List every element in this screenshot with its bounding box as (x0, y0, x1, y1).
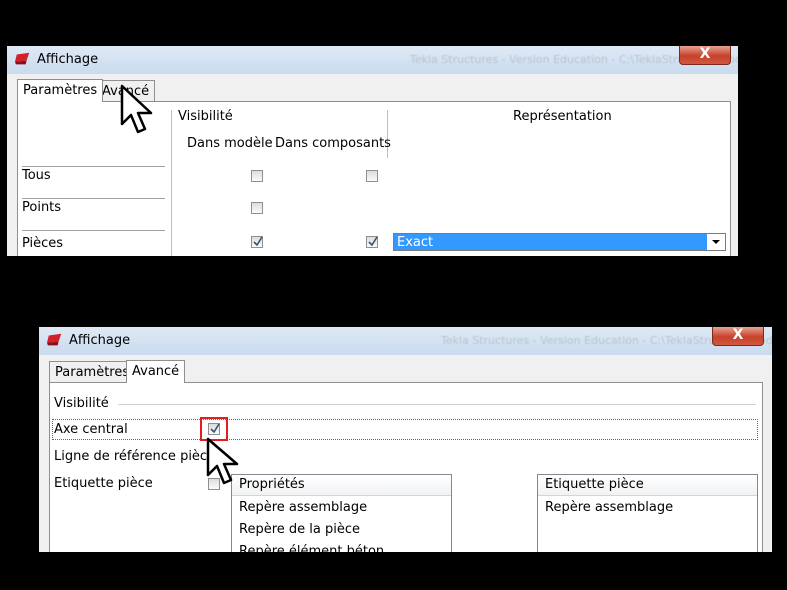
list-item[interactable]: Repère élément béton (239, 544, 384, 552)
label-list[interactable]: Etiquette pièce Repère assemblage (537, 474, 758, 552)
dropdown-arrow-icon[interactable] (707, 234, 725, 250)
visibility-section-label: Visibilité (54, 396, 109, 411)
tous-components-checkbox[interactable] (366, 170, 378, 182)
window-title: Affichage (69, 333, 131, 348)
tab-avance[interactable]: Avancé (126, 360, 186, 383)
mouse-pointer-icon (206, 437, 239, 485)
option-label-axe-central: Axe central (54, 422, 128, 437)
display-window-parameters: Affichage Tekla Structures - Version Edu… (7, 46, 738, 256)
list-item[interactable]: Repère assemblage (545, 500, 673, 515)
close-icon: X (732, 327, 744, 343)
mouse-pointer-icon (120, 84, 153, 134)
display-window-advanced: Affichage Tekla Structures - Version Edu… (39, 327, 772, 552)
label-list-header[interactable]: Etiquette pièce (538, 475, 757, 496)
pieces-model-checkbox[interactable] (251, 236, 263, 248)
row-label-tous: Tous (22, 168, 51, 183)
column-in-model: Dans modèle (187, 136, 273, 151)
advanced-panel: Visibilité Axe central Ligne de référenc… (49, 382, 763, 552)
row-divider (22, 198, 165, 199)
selected-row-outline (52, 419, 758, 440)
column-in-components: Dans composants (275, 136, 391, 151)
pieces-components-checkbox[interactable] (366, 236, 378, 248)
option-label-etiquette-piece: Etiquette pièce (54, 476, 153, 491)
row-label-pieces: Pièces (22, 236, 64, 251)
row-divider (22, 230, 165, 231)
app-icon (47, 333, 62, 346)
window-title: Affichage (37, 52, 99, 67)
list-item[interactable]: Repère assemblage (239, 500, 367, 515)
properties-list[interactable]: Propriétés Repère assemblage Repère de l… (231, 474, 452, 552)
axe-central-checkbox[interactable] (208, 423, 220, 435)
checkmark-icon (368, 236, 378, 247)
checkmark-icon (253, 236, 263, 247)
close-button[interactable]: X (712, 327, 764, 346)
row-label-points: Points (22, 200, 62, 215)
close-icon: X (699, 46, 711, 62)
title-bar[interactable]: Affichage Tekla Structures - Version Edu… (39, 327, 772, 355)
tab-parametres[interactable]: Paramètres (17, 79, 104, 102)
representation-value: Exact (397, 235, 434, 250)
list-item[interactable]: Repère de la pièce (239, 522, 360, 537)
column-divider (171, 110, 172, 256)
option-label-ligne-reference: Ligne de référence pièce (54, 449, 216, 464)
points-model-checkbox[interactable] (251, 202, 263, 214)
visibility-header: Visibilité (178, 109, 233, 124)
section-divider (118, 404, 756, 405)
app-icon (15, 52, 30, 65)
window-body: Paramètres Avancé Visibilité Axe central… (44, 355, 767, 552)
title-bar[interactable]: Affichage Tekla Structures - Version Edu… (7, 46, 738, 74)
properties-list-header[interactable]: Propriétés (232, 475, 451, 496)
representation-dropdown[interactable]: Exact (393, 233, 726, 251)
tab-parametres[interactable]: Paramètres (49, 361, 136, 383)
row-divider (22, 166, 165, 167)
checkmark-icon (210, 423, 220, 434)
tous-model-checkbox[interactable] (251, 170, 263, 182)
representation-header: Représentation (513, 109, 612, 124)
close-button[interactable]: X (679, 46, 731, 65)
